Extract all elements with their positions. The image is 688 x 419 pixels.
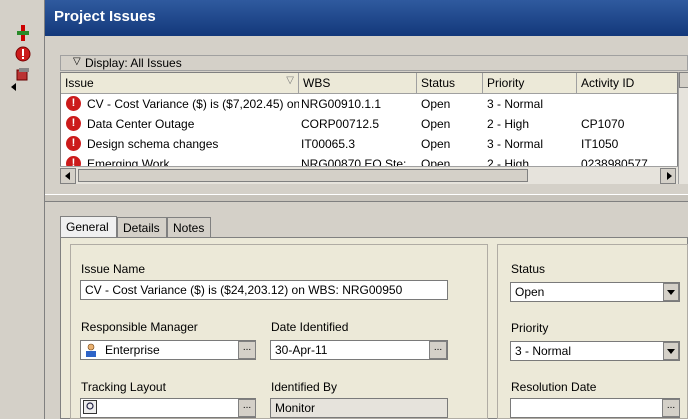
tab-details[interactable]: Details bbox=[117, 217, 167, 237]
issue-name-field[interactable]: CV - Cost Variance ($) is ($24,203.12) o… bbox=[80, 280, 448, 300]
filter-icon[interactable]: ▽ bbox=[286, 75, 294, 86]
status-label: Status bbox=[511, 262, 546, 276]
activity-cell: CP1070 bbox=[581, 117, 625, 131]
issue-warning-icon: ! bbox=[66, 96, 81, 111]
column-header-status[interactable]: Status bbox=[417, 73, 483, 94]
wbs-cell: NRG00910.1.1 bbox=[301, 97, 382, 111]
priority-label: Priority bbox=[511, 321, 549, 335]
resolution-date-field[interactable] bbox=[510, 398, 680, 418]
status-cell: Open bbox=[421, 117, 451, 131]
scroll-up-button[interactable] bbox=[679, 72, 688, 88]
column-header-activity-id[interactable]: Activity ID bbox=[577, 73, 677, 94]
column-header-label: WBS bbox=[303, 76, 331, 90]
priority-cell: 3 - Normal bbox=[487, 97, 544, 111]
column-header-label: Status bbox=[421, 76, 456, 90]
issue-cell: Data Center Outage bbox=[87, 117, 195, 131]
collapse-arrow-icon[interactable] bbox=[11, 83, 16, 91]
date-identified-label: Date Identified bbox=[271, 320, 349, 334]
tab-label: General bbox=[66, 220, 109, 234]
left-toolbar bbox=[0, 0, 45, 419]
column-header-label: Issue bbox=[65, 76, 94, 90]
status-select[interactable]: Open bbox=[510, 282, 680, 302]
responsible-manager-value: Enterprise bbox=[105, 343, 160, 357]
table-row[interactable]: ! Design schema changes IT00065.3 Open 3… bbox=[61, 134, 677, 154]
table-row[interactable]: ! Data Center Outage CORP00712.5 Open 2 … bbox=[61, 114, 677, 134]
horizontal-scrollbar[interactable] bbox=[60, 166, 678, 184]
resolution-date-label: Resolution Date bbox=[511, 380, 597, 394]
issue-name-label: Issue Name bbox=[81, 262, 146, 276]
title-bar: Project Issues bbox=[45, 0, 688, 36]
scroll-left-button[interactable] bbox=[60, 168, 76, 184]
issue-warning-icon: ! bbox=[66, 116, 81, 131]
activity-cell: IT1050 bbox=[581, 137, 619, 151]
date-identified-field[interactable]: 30-Apr-11 bbox=[270, 340, 448, 360]
column-header-wbs[interactable]: WBS bbox=[299, 73, 417, 94]
columns-icon[interactable] bbox=[14, 24, 32, 42]
table-row[interactable]: ! CV - Cost Variance ($) is ($7,202.45) … bbox=[61, 94, 677, 114]
responsible-manager-browse-button[interactable]: ... bbox=[238, 341, 256, 359]
column-header-label: Activity ID bbox=[581, 76, 635, 90]
identified-by-field: Monitor bbox=[270, 398, 448, 418]
tracking-layout-label: Tracking Layout bbox=[81, 380, 166, 394]
issue-warning-icon[interactable] bbox=[14, 45, 32, 63]
window-title: Project Issues bbox=[54, 8, 156, 25]
tab-notes[interactable]: Notes bbox=[167, 217, 211, 237]
responsible-manager-label: Responsible Manager bbox=[81, 320, 198, 334]
tracking-layout-browse-button[interactable]: ... bbox=[238, 399, 256, 417]
priority-cell: 2 - High bbox=[487, 117, 530, 131]
column-header-priority[interactable]: Priority bbox=[483, 73, 577, 94]
status-cell: Open bbox=[421, 137, 451, 151]
responsible-manager-field[interactable]: Enterprise bbox=[80, 340, 256, 360]
display-filter-label: Display: All Issues bbox=[85, 56, 182, 70]
wbs-cell: CORP00712.5 bbox=[301, 117, 380, 131]
panel-splitter[interactable] bbox=[45, 194, 688, 202]
status-cell: Open bbox=[421, 97, 451, 111]
tab-general[interactable]: General bbox=[60, 216, 117, 238]
person-icon bbox=[84, 343, 98, 357]
identified-by-label: Identified By bbox=[271, 380, 338, 394]
tab-label: Notes bbox=[173, 221, 205, 235]
scroll-right-button[interactable] bbox=[660, 168, 676, 184]
tab-label: Details bbox=[123, 221, 160, 235]
issue-cell: CV - Cost Variance ($) is ($7,202.45) on bbox=[87, 97, 299, 111]
scroll-thumb[interactable] bbox=[78, 169, 528, 182]
vertical-scrollbar[interactable] bbox=[678, 72, 688, 184]
priority-select[interactable]: 3 - Normal bbox=[510, 341, 680, 361]
column-header-issue[interactable]: Issue ▽ bbox=[61, 73, 299, 94]
date-identified-picker-button[interactable]: ... bbox=[429, 341, 447, 359]
issue-warning-icon: ! bbox=[66, 136, 81, 151]
wbs-cell: IT00065.3 bbox=[301, 137, 356, 151]
status-dropdown-button[interactable] bbox=[663, 283, 679, 301]
issue-cell: Design schema changes bbox=[87, 137, 219, 151]
chevron-down-icon[interactable]: ▽ bbox=[73, 56, 81, 67]
resolution-date-picker-button[interactable]: ... bbox=[662, 399, 680, 417]
column-header-label: Priority bbox=[487, 76, 525, 90]
priority-dropdown-button[interactable] bbox=[663, 342, 679, 360]
layout-icon[interactable] bbox=[14, 65, 32, 83]
layout-icon bbox=[83, 400, 97, 414]
display-filter-bar[interactable]: ▽ Display: All Issues bbox=[60, 55, 688, 71]
priority-cell: 3 - Normal bbox=[487, 137, 544, 151]
tracking-layout-field[interactable] bbox=[80, 398, 256, 418]
